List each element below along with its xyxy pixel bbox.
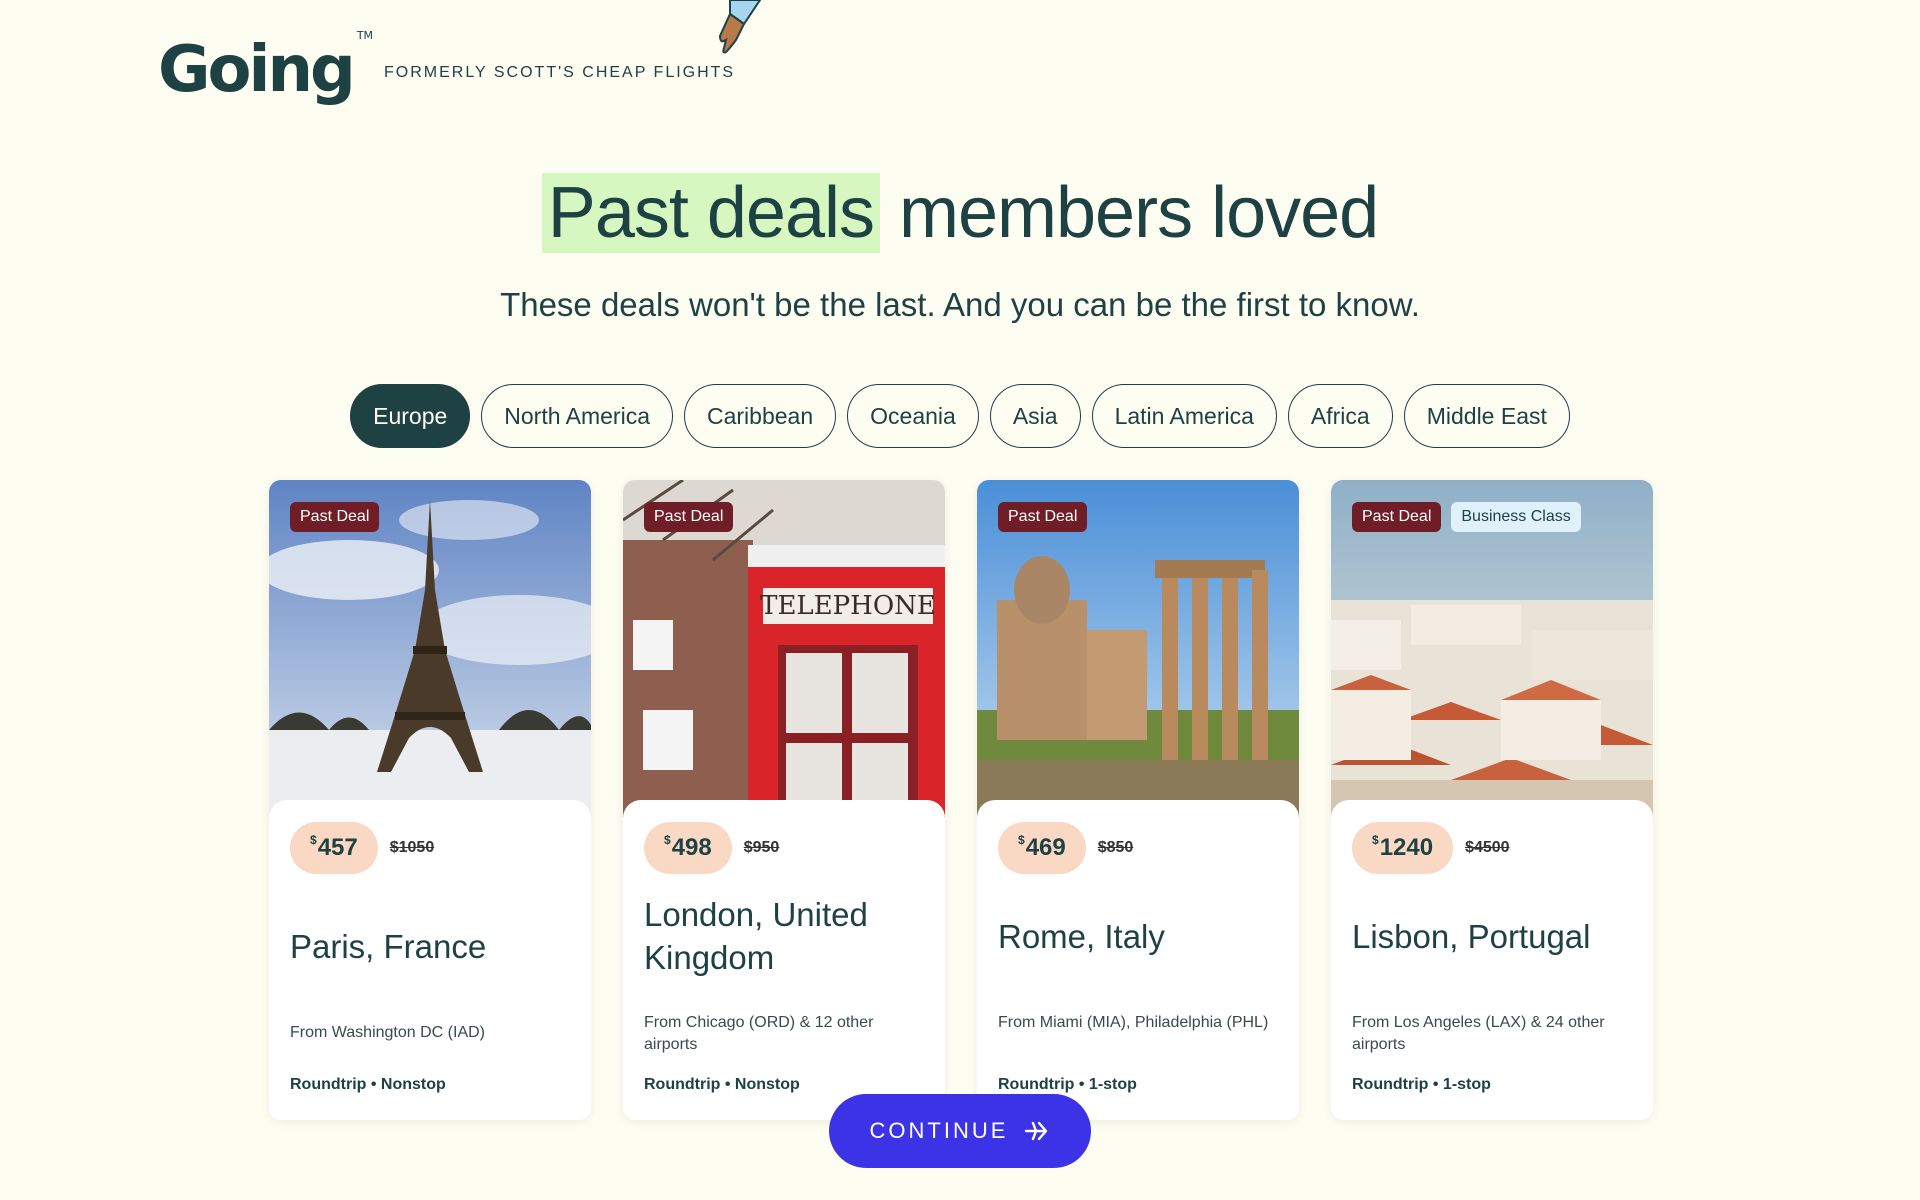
going-logo[interactable]: Going TM	[158, 30, 373, 102]
trip-type: Roundtrip • Nonstop	[290, 1076, 446, 1093]
london-photo: TELEPHONE Past Deal	[623, 480, 945, 820]
original-price: $4500	[1465, 839, 1510, 856]
price-value: 498	[671, 834, 712, 861]
plane-icon	[1025, 1121, 1048, 1141]
currency-symbol: $	[1018, 833, 1025, 847]
deal-price: $498	[644, 822, 732, 874]
past-deal-badge: Past Deal	[644, 502, 734, 532]
original-price: $950	[743, 839, 780, 856]
title-rest: members loved	[880, 173, 1379, 253]
continue-button[interactable]: CONTINUE	[829, 1094, 1091, 1168]
tab-oceania[interactable]: Oceania	[847, 384, 979, 448]
trip-type: Roundtrip • Nonstop	[644, 1076, 800, 1093]
tagline: FORMERLY SCOTT'S CHEAP FLIGHTS	[384, 64, 736, 81]
tab-asia[interactable]: Asia	[989, 384, 1081, 448]
past-deal-badge: Past Deal	[290, 502, 380, 532]
trip-type: Roundtrip • 1-stop	[998, 1076, 1137, 1093]
price-value: 469	[1025, 834, 1066, 861]
pointing-hand-icon	[718, 0, 762, 54]
deal-price: $469	[998, 822, 1086, 874]
currency-symbol: $	[310, 833, 317, 847]
title-highlight: Past deals	[541, 173, 880, 253]
deal-price: $1240	[1352, 822, 1454, 874]
rome-photo: Past Deal	[977, 480, 1299, 820]
price-row: $469 $850	[998, 822, 1133, 874]
deal-card-lisbon[interactable]: Past Deal Business Class $1240 $4500 Lis…	[1331, 480, 1653, 1120]
deal-card-paris[interactable]: Past Deal $457 $1050 Paris, France From …	[269, 480, 591, 1120]
original-price: $850	[1097, 839, 1134, 856]
past-deal-badge: Past Deal	[1352, 502, 1442, 532]
page-subtitle: These deals won't be the last. And you c…	[500, 286, 1420, 323]
tab-africa[interactable]: Africa	[1287, 384, 1393, 448]
tab-europe[interactable]: Europe	[350, 384, 471, 448]
original-price: $1050	[389, 839, 435, 856]
lisbon-photo: Past Deal Business Class	[1331, 480, 1653, 820]
destination-city: Rome, Italy	[998, 918, 1165, 955]
price-row: $457 $1050	[290, 822, 434, 874]
price-row: $1240 $4500	[1352, 822, 1510, 874]
trip-type: Roundtrip • 1-stop	[1352, 1076, 1491, 1093]
paris-photo: Past Deal	[269, 480, 591, 820]
departure-airports: From Miami (MIA), Philadelphia (PHL)	[998, 1014, 1269, 1031]
tab-latin-america[interactable]: Latin America	[1091, 384, 1277, 448]
logo-trademark: TM	[356, 28, 374, 42]
deal-card-london[interactable]: TELEPHONE Past Deal $498 $950 London, Un…	[623, 480, 945, 1120]
region-tabs: Europe North America Caribbean Oceania A…	[0, 384, 1920, 448]
destination-city: London, United Kingdom	[644, 896, 868, 976]
currency-symbol: $	[1372, 833, 1379, 847]
page-title: Past deals members loved	[0, 172, 1920, 254]
price-value: 457	[317, 834, 358, 861]
deal-card-rome[interactable]: Past Deal $469 $850 Rome, Italy From Mia…	[977, 480, 1299, 1120]
departure-airports: From Los Angeles (LAX) & 24 other airpor…	[1352, 1014, 1605, 1053]
deal-price: $457	[290, 822, 378, 874]
destination-city: Lisbon, Portugal	[1352, 918, 1591, 955]
photo-telephone-sign: TELEPHONE	[760, 591, 936, 621]
departure-airports: From Washington DC (IAD)	[290, 1024, 485, 1041]
destination-city: Paris, France	[290, 928, 487, 965]
price-value: 1240	[1379, 834, 1434, 861]
currency-symbol: $	[664, 833, 671, 847]
price-row: $498 $950	[644, 822, 779, 874]
departure-airports: From Chicago (ORD) & 12 other airports	[644, 1014, 874, 1053]
tab-caribbean[interactable]: Caribbean	[684, 384, 837, 448]
continue-label: CONTINUE	[869, 1118, 1009, 1143]
past-deal-badge: Past Deal	[998, 502, 1088, 532]
logo-text: Going	[158, 33, 356, 107]
tab-middle-east[interactable]: Middle East	[1403, 384, 1570, 448]
tab-north-america[interactable]: North America	[481, 384, 673, 448]
deal-cards: Past Deal $457 $1050 Paris, France From …	[269, 480, 1653, 1120]
business-class-badge: Business Class	[1451, 502, 1581, 532]
